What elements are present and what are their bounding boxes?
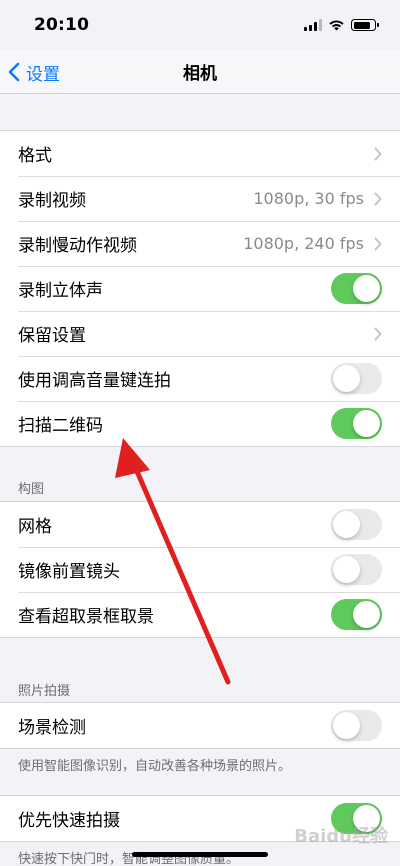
toggle-knob (333, 712, 360, 739)
status-bar: 20:10 (0, 0, 400, 50)
photo-capture-setting-row[interactable]: 场景检测 (0, 703, 400, 748)
row-label: 网格 (18, 517, 52, 537)
row-label: 格式 (18, 146, 52, 166)
camera-setting-row[interactable]: 保留设置 (0, 311, 400, 356)
composition-group: 网格镜像前置镜头查看超取景框取景 (0, 501, 400, 638)
row-label: 使用调高音量键连拍 (18, 371, 171, 391)
toggle-knob (353, 275, 380, 302)
camera-settings-group: 格式录制视频 1080p, 30 fps 录制慢动作视频 1080p, 240 fps… (0, 130, 400, 447)
camera-setting-row[interactable]: 录制视频 1080p, 30 fps (0, 176, 400, 221)
row-label: 保留设置 (18, 326, 86, 346)
row-label: 优先快速拍摄 (18, 811, 120, 831)
row-label: 镜像前置镜头 (18, 562, 120, 582)
scene-detection-footer: 使用智能图像识别，自动改善各种场景的照片。 (18, 759, 292, 774)
chevron-left-icon (8, 62, 20, 82)
watermark: Baidu经验 (294, 826, 388, 847)
chevron-right-icon (374, 327, 382, 340)
composition-setting-row[interactable]: 镜像前置镜头 (0, 547, 400, 592)
composition-setting-row[interactable]: 查看超取景框取景 (0, 592, 400, 637)
row-value: 1080p, 240 fps (243, 234, 364, 253)
cellular-signal-icon (304, 19, 322, 31)
back-button[interactable]: 设置 (8, 50, 60, 94)
camera-setting-row[interactable]: 使用调高音量键连拍 (0, 356, 400, 401)
row-label: 录制视频 (18, 191, 86, 211)
camera-setting-row[interactable]: 扫描二维码 (0, 401, 400, 446)
fast-capture-footer: 快速按下快门时，智能调整图像质量。 (18, 852, 240, 866)
toggle-switch[interactable] (331, 509, 382, 540)
toggle-switch[interactable] (331, 554, 382, 585)
navigation-bar: 设置 相机 (0, 50, 400, 94)
toggle-switch[interactable] (331, 599, 382, 630)
toggle-switch[interactable] (331, 273, 382, 304)
toggle-knob (353, 601, 380, 628)
toggle-knob (333, 365, 360, 392)
toggle-switch[interactable] (331, 363, 382, 394)
chevron-right-icon (374, 237, 382, 250)
toggle-switch[interactable] (331, 408, 382, 439)
row-label: 录制立体声 (18, 281, 103, 301)
row-label: 场景检测 (18, 718, 86, 738)
status-time: 20:10 (34, 15, 90, 35)
toggle-knob (333, 511, 360, 538)
section-header-composition: 构图 (18, 482, 45, 497)
battery-icon (351, 19, 379, 31)
toggle-switch[interactable] (331, 710, 382, 741)
camera-setting-row[interactable]: 格式 (0, 131, 400, 176)
row-label: 录制慢动作视频 (18, 236, 137, 256)
camera-setting-row[interactable]: 录制立体声 (0, 266, 400, 311)
row-value: 1080p, 30 fps (253, 189, 364, 208)
wifi-icon (329, 20, 344, 31)
page-title: 相机 (183, 64, 217, 84)
composition-setting-row[interactable]: 网格 (0, 502, 400, 547)
toggle-knob (353, 410, 380, 437)
row-label: 扫描二维码 (18, 416, 103, 436)
chevron-right-icon (374, 192, 382, 205)
chevron-right-icon (374, 147, 382, 160)
home-indicator[interactable] (132, 852, 268, 857)
camera-setting-row[interactable]: 录制慢动作视频 1080p, 240 fps (0, 221, 400, 266)
status-icons (304, 19, 379, 31)
toggle-knob (333, 556, 360, 583)
section-header-photo-capture: 照片拍摄 (18, 684, 71, 699)
row-label: 查看超取景框取景 (18, 607, 154, 627)
back-label: 设置 (26, 64, 60, 85)
photo-capture-group: 场景检测 (0, 702, 400, 749)
